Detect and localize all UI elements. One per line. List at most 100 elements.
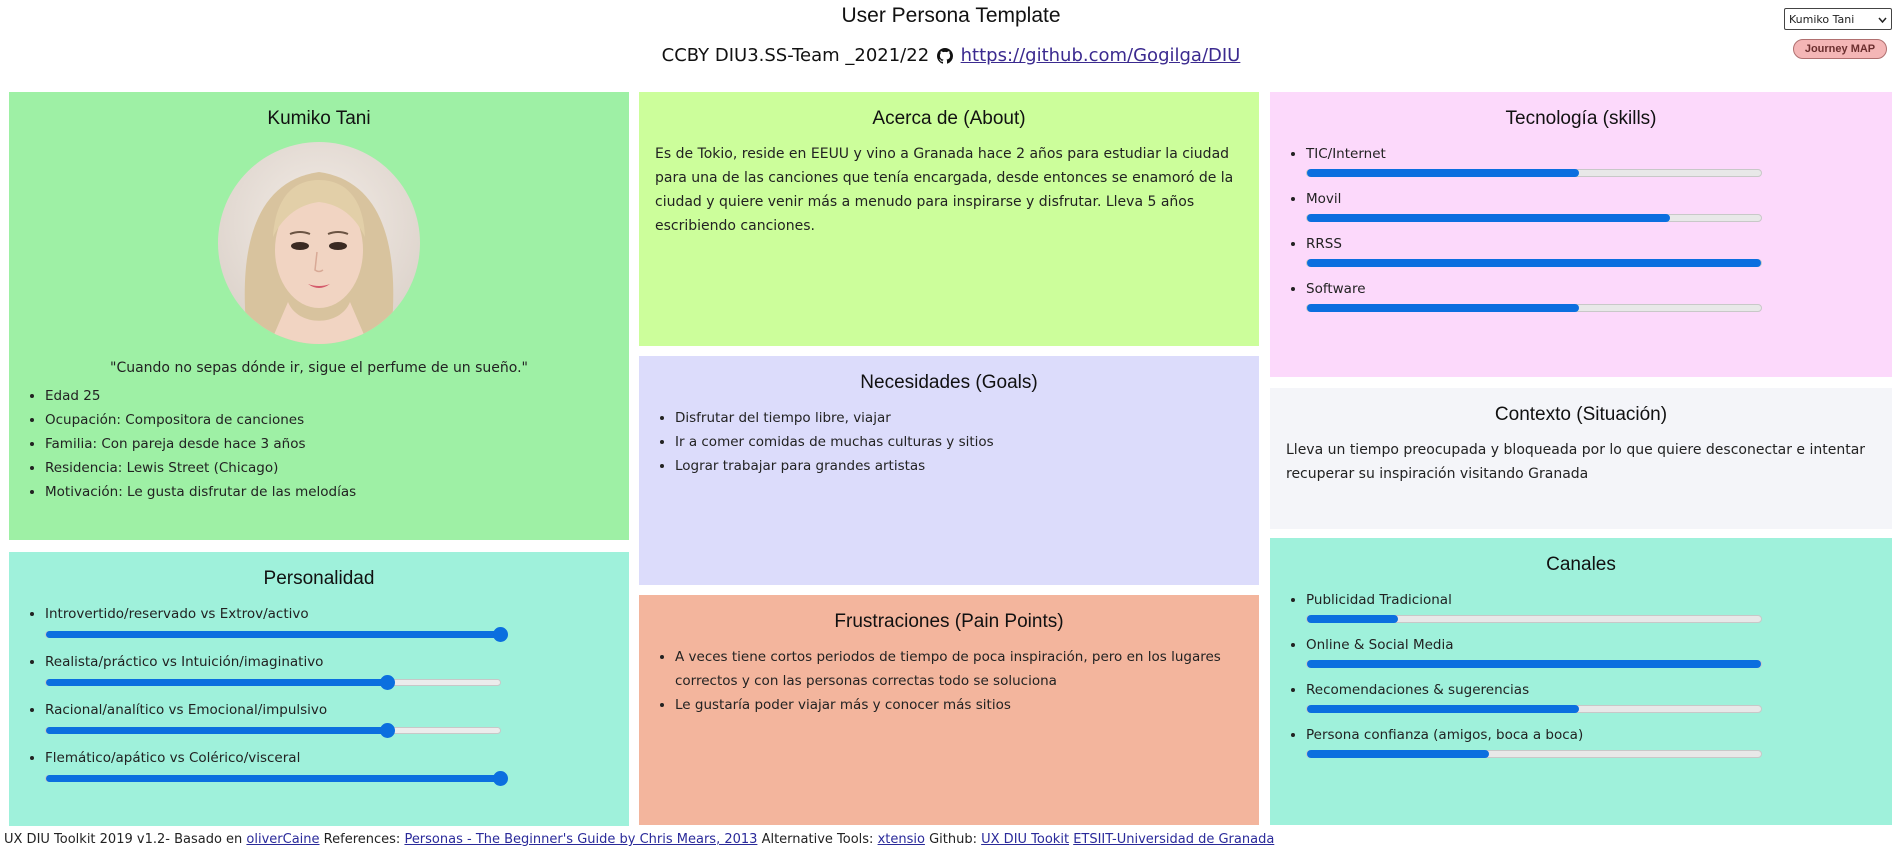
footer-prefix: UX DIU Toolkit 2019 v1.2- Basado en: [4, 832, 243, 847]
fact-occupation: Ocupación: Compositora de canciones: [45, 408, 613, 432]
context-text: Lleva un tiempo preocupada y bloqueada p…: [1286, 442, 1866, 482]
personality-card: Personalidad Introvertido/reservado vs E…: [9, 552, 629, 826]
channel-item: Recomendaciones & sugerencias: [1306, 678, 1876, 713]
page-title: User Persona Template: [841, 4, 1061, 27]
slider-thumb[interactable]: [493, 627, 508, 642]
skill-label: TIC/Internet: [1306, 146, 1386, 162]
channel-item: Publicidad Tradicional: [1306, 588, 1876, 623]
channel-label: Recomendaciones & sugerencias: [1306, 682, 1530, 698]
channels-title: Canales: [1546, 554, 1616, 575]
progress-fill: [1307, 705, 1580, 713]
slider-thumb[interactable]: [379, 675, 395, 690]
personality-item: Racional/analítico vs Emocional/impulsiv…: [45, 698, 613, 738]
goal-item: Disfrutar del tiempo libre, viajar: [675, 406, 1243, 430]
skill-progress-bar: [1306, 214, 1762, 222]
chevron-down-icon: [1878, 13, 1887, 26]
skill-progress-bar: [1306, 304, 1762, 312]
skill-progress-bar: [1306, 169, 1762, 177]
channel-item: Persona confianza (amigos, boca a boca): [1306, 723, 1876, 758]
xtensio-link[interactable]: xtensio: [878, 832, 925, 847]
skill-label: Movil: [1306, 191, 1342, 207]
slider-fill: [46, 727, 387, 734]
personality-slider[interactable]: [45, 723, 501, 738]
channel-progress-bar: [1306, 750, 1762, 758]
goals-title: Necesidades (Goals): [860, 372, 1038, 393]
about-card: Acerca de (About) Es de Tokio, reside en…: [639, 92, 1259, 346]
ux-diu-toolkit-link[interactable]: UX DIU Tookit: [981, 832, 1069, 847]
pain-points-list: A veces tiene cortos periodos de tiempo …: [655, 645, 1243, 717]
channel-progress-bar: [1306, 615, 1762, 623]
personality-label: Realista/práctico vs Intuición/imaginati…: [45, 654, 324, 670]
journey-map-button[interactable]: Journey MAP: [1793, 39, 1887, 59]
page-subtitle: CCBY DIU3.SS-Team _2021/22 https://githu…: [0, 45, 1902, 69]
technology-card: Tecnología (skills) TIC/Internet Movil R…: [1270, 92, 1892, 377]
channel-progress-bar: [1306, 660, 1762, 668]
persona-name: Kumiko Tani: [267, 108, 371, 129]
pain-point-item: A veces tiene cortos periodos de tiempo …: [675, 645, 1243, 693]
pain-point-item: Le gustaría poder viajar más y conocer m…: [675, 693, 1243, 717]
skill-item: Movil: [1306, 187, 1876, 222]
olivercaine-link[interactable]: oliverCaine: [246, 832, 319, 847]
footer-alt-label: Alternative Tools:: [761, 832, 874, 847]
slider-thumb[interactable]: [493, 771, 508, 786]
references-link[interactable]: Personas - The Beginner's Guide by Chris…: [404, 832, 757, 847]
progress-fill: [1307, 660, 1761, 668]
personality-label: Introvertido/reservado vs Extrov/activo: [45, 606, 309, 622]
personality-slider[interactable]: [45, 771, 508, 786]
channel-item: Online & Social Media: [1306, 633, 1876, 668]
fact-motivation: Motivación: Le gusta disfrutar de las me…: [45, 480, 613, 504]
slider-fill: [46, 631, 500, 638]
slider-thumb[interactable]: [379, 723, 395, 738]
personality-label: Flemático/apático vs Colérico/visceral: [45, 750, 301, 766]
goals-card: Necesidades (Goals) Disfrutar del tiempo…: [639, 356, 1259, 585]
goal-item: Lograr trabajar para grandes artistas: [675, 454, 1243, 478]
progress-fill: [1307, 169, 1580, 177]
skill-item: TIC/Internet: [1306, 142, 1876, 177]
fact-residence: Residencia: Lewis Street (Chicago): [45, 456, 613, 480]
slider-fill: [46, 679, 387, 686]
technology-title: Tecnología (skills): [1505, 108, 1657, 129]
slider-fill: [46, 775, 500, 782]
etsiit-link[interactable]: ETSIIT-Universidad de Granada: [1073, 832, 1274, 847]
channels-card: Canales Publicidad Tradicional Online & …: [1270, 538, 1892, 825]
skill-item: RRSS: [1306, 232, 1876, 267]
skill-progress-bar: [1306, 259, 1762, 267]
progress-fill: [1307, 214, 1671, 222]
personality-list: Introvertido/reservado vs Extrov/activo …: [25, 602, 613, 786]
pain-points-title: Frustraciones (Pain Points): [834, 611, 1064, 632]
skill-label: Software: [1306, 281, 1366, 297]
progress-fill: [1307, 259, 1761, 267]
technology-list: TIC/Internet Movil RRSS Software: [1286, 142, 1876, 312]
footer-refs-label: References:: [323, 832, 401, 847]
personality-label: Racional/analítico vs Emocional/impulsiv…: [45, 702, 328, 718]
pain-points-card: Frustraciones (Pain Points) A veces tien…: [639, 595, 1259, 825]
personality-slider[interactable]: [45, 627, 508, 642]
personality-slider[interactable]: [45, 675, 501, 690]
personality-item: Introvertido/reservado vs Extrov/activo: [45, 602, 613, 642]
skill-item: Software: [1306, 277, 1876, 312]
about-title: Acerca de (About): [872, 108, 1026, 129]
persona-facts-list: Edad 25 Ocupación: Compositora de cancio…: [25, 384, 613, 504]
footer: UX DIU Toolkit 2019 v1.2- Basado en oliv…: [4, 832, 1274, 847]
progress-fill: [1307, 615, 1398, 623]
channel-label: Publicidad Tradicional: [1306, 592, 1452, 608]
fact-age: Edad 25: [45, 384, 613, 408]
persona-quote: "Cuando no sepas dónde ir, sigue el perf…: [110, 360, 528, 376]
avatar: [218, 142, 420, 344]
goals-list: Disfrutar del tiempo libre, viajar Ir a …: [655, 406, 1243, 478]
footer-github-label: Github:: [929, 832, 977, 847]
channel-label: Online & Social Media: [1306, 637, 1454, 653]
goal-item: Ir a comer comidas de muchas culturas y …: [675, 430, 1243, 454]
skill-label: RRSS: [1306, 236, 1342, 252]
channel-progress-bar: [1306, 705, 1762, 713]
progress-fill: [1307, 750, 1489, 758]
progress-fill: [1307, 304, 1580, 312]
personality-item: Realista/práctico vs Intuición/imaginati…: [45, 650, 613, 690]
repo-link[interactable]: https://github.com/Gogilga/DIU: [961, 45, 1241, 66]
channels-list: Publicidad Tradicional Online & Social M…: [1286, 588, 1876, 758]
fact-family: Familia: Con pareja desde hace 3 años: [45, 432, 613, 456]
persona-select[interactable]: Kumiko Tani: [1784, 8, 1892, 30]
profile-card: Kumiko Tani "Cuando no sepas dónde ir, s…: [9, 92, 629, 540]
personality-item: Flemático/apático vs Colérico/visceral: [45, 746, 613, 786]
credits-text: CCBY DIU3.SS-Team _2021/22: [661, 45, 930, 66]
